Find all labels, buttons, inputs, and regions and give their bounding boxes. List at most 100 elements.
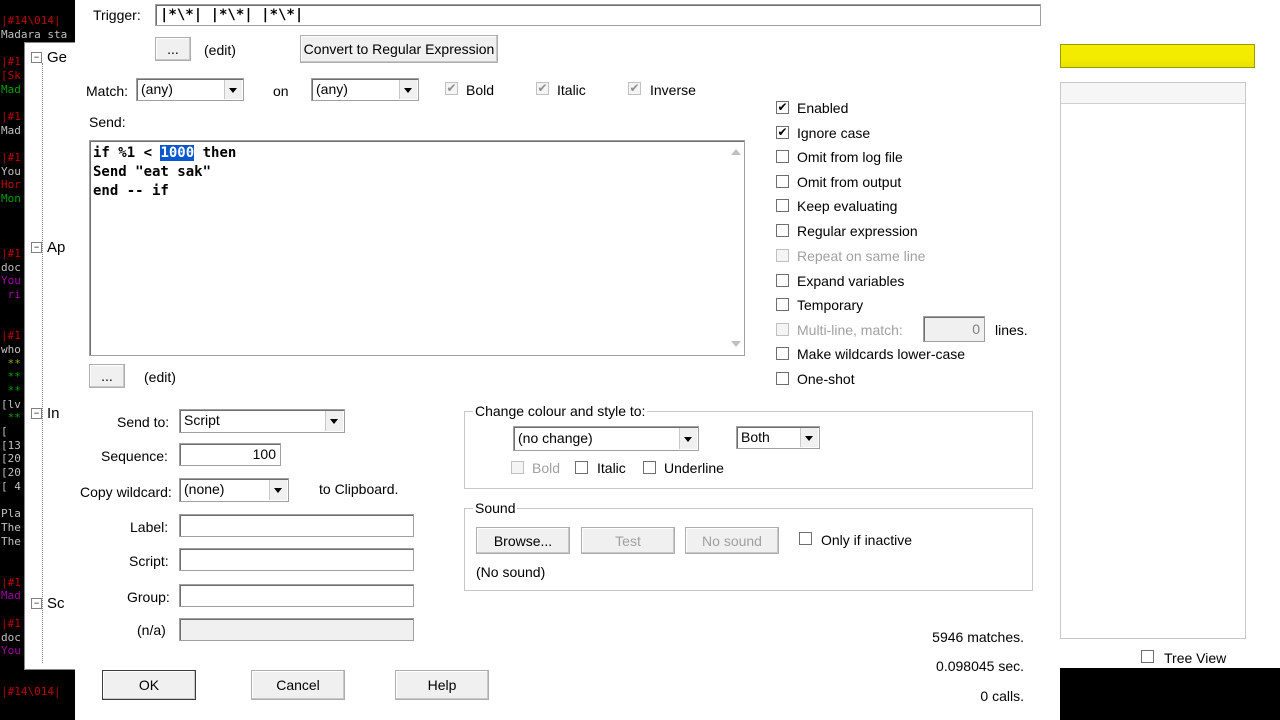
output-line: [20: [1, 452, 21, 466]
match-italic-label: Italic: [557, 82, 586, 98]
option-checkbox[interactable]: ✔: [776, 101, 789, 114]
output-line: **: [1, 370, 21, 384]
sound-browse-button[interactable]: Browse...: [476, 527, 570, 554]
output-line: Pla: [1, 507, 21, 521]
output-line: |#1: [1, 109, 21, 123]
option-label: One-shot: [797, 371, 855, 387]
option-checkbox[interactable]: [776, 150, 789, 163]
match-bold-checkbox[interactable]: ✔: [445, 82, 458, 95]
tree-node[interactable]: − Sc: [31, 595, 65, 612]
background-black-strip: [1060, 668, 1280, 720]
colour-italic-checkbox[interactable]: [575, 461, 588, 474]
collapse-icon[interactable]: −: [31, 598, 42, 609]
output-line: **: [1, 356, 21, 370]
option-checkbox: [776, 249, 789, 262]
convert-regex-button[interactable]: Convert to Regular Expression: [300, 35, 498, 63]
tree-node[interactable]: − In: [31, 405, 60, 422]
option-label: Temporary: [797, 297, 864, 313]
colour-underline-label: Underline: [664, 460, 724, 476]
sequence-label: Sequence:: [101, 448, 168, 464]
sound-title: Sound: [473, 500, 518, 516]
output-line: You: [1, 164, 21, 178]
group-input[interactable]: [179, 584, 414, 607]
script-input[interactable]: [179, 548, 414, 571]
match-label: Match:: [86, 83, 129, 99]
option-checkbox[interactable]: [776, 175, 789, 188]
label-input[interactable]: [179, 514, 414, 537]
chevron-down-icon[interactable]: [224, 80, 242, 99]
match-italic-checkbox[interactable]: ✔: [536, 82, 549, 95]
group-label: Group:: [127, 589, 170, 605]
option-checkbox[interactable]: [776, 224, 789, 237]
chevron-down-icon[interactable]: [325, 411, 343, 431]
option-label: Omit from log file: [797, 149, 903, 165]
option-checkbox[interactable]: [776, 298, 789, 311]
multiline-lines-input: 0: [923, 316, 985, 342]
chevron-down-icon[interactable]: [399, 80, 417, 99]
option-checkbox[interactable]: [776, 347, 789, 360]
chevron-down-icon[interactable]: [269, 480, 287, 500]
send-to-label: Send to:: [117, 414, 170, 430]
sound-test-button: Test: [581, 527, 675, 554]
collapse-icon[interactable]: −: [31, 52, 42, 63]
to-clipboard-label: to Clipboard.: [319, 481, 399, 497]
option-checkbox[interactable]: [776, 372, 789, 385]
copy-wildcard-select[interactable]: (none): [179, 478, 289, 502]
script-label: Script:: [129, 553, 169, 569]
output-line: |#1: [1, 616, 21, 630]
send-to-select[interactable]: Script: [179, 409, 345, 433]
cancel-button[interactable]: Cancel: [251, 670, 345, 700]
option-label: Enabled: [797, 100, 849, 116]
option-label: Expand variables: [797, 273, 905, 289]
collapse-icon[interactable]: −: [31, 242, 42, 253]
send-textarea[interactable]: if %1 < 1000 then Send "eat sak" end -- …: [89, 140, 745, 356]
collapse-icon[interactable]: −: [31, 408, 42, 419]
output-line: Mad: [1, 123, 21, 137]
tree-view-checkbox[interactable]: [1141, 650, 1154, 663]
colour-select[interactable]: (no change): [513, 426, 699, 451]
match-count: 5946 matches.: [932, 629, 1024, 645]
tree-node[interactable]: − Ap: [31, 239, 65, 256]
help-button[interactable]: Help: [395, 670, 489, 700]
send-scrollbar[interactable]: [727, 142, 743, 354]
colour-which-select[interactable]: Both: [736, 426, 820, 449]
output-line: [13: [1, 438, 21, 452]
output-line: Madara sta: [1, 27, 68, 41]
scroll-up-icon[interactable]: [731, 149, 741, 155]
only-if-inactive-checkbox[interactable]: [799, 532, 812, 545]
sequence-input[interactable]: 100: [179, 443, 281, 466]
output-line: [: [1, 425, 8, 438]
match-on-label: on: [273, 83, 289, 99]
match-on-select[interactable]: (any): [311, 78, 419, 101]
scroll-down-icon[interactable]: [731, 341, 741, 347]
output-line: You: [1, 274, 21, 288]
option-checkbox[interactable]: [776, 199, 789, 212]
output-line: [20: [1, 466, 21, 480]
chevron-down-icon[interactable]: [800, 428, 818, 447]
option-checkbox[interactable]: ✔: [776, 126, 789, 139]
match-inverse-checkbox[interactable]: ✔: [628, 82, 641, 95]
option-label: Regular expression: [797, 223, 918, 239]
ok-button[interactable]: OK: [102, 670, 196, 700]
option-label: Omit from output: [797, 174, 902, 190]
background-trigger-list: [1060, 82, 1246, 639]
trigger-edit-button[interactable]: ...: [155, 37, 191, 61]
colour-bold-label: Bold: [532, 460, 561, 476]
na-label: (n/a): [137, 622, 166, 638]
send-edit-button[interactable]: ...: [89, 364, 125, 388]
option-label: Keep evaluating: [797, 198, 898, 214]
colour-style-title: Change colour and style to:: [473, 403, 648, 419]
output-line: doc: [1, 630, 21, 644]
colour-underline-checkbox[interactable]: [643, 461, 656, 474]
output-line: Hor: [1, 178, 21, 192]
tree-node[interactable]: − Ge: [31, 49, 67, 66]
option-checkbox[interactable]: [776, 274, 789, 287]
tree-view-label: Tree View: [1164, 650, 1227, 666]
only-if-inactive-label: Only if inactive: [821, 532, 913, 548]
trigger-input[interactable]: |*\*| |*\*| |*\*|: [155, 4, 1041, 26]
match-inverse-label: Inverse: [650, 82, 696, 98]
chevron-down-icon[interactable]: [679, 428, 697, 449]
multiline-lines-label: lines.: [995, 322, 1028, 338]
match-colour-select[interactable]: (any): [136, 78, 244, 101]
option-label: Ignore case: [797, 125, 871, 141]
